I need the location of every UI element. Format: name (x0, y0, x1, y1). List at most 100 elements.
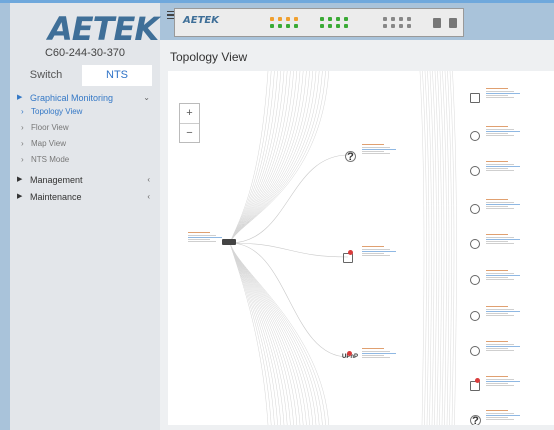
port-led (278, 24, 282, 28)
port-led (336, 17, 340, 21)
sidebar: AETEK C60-244-30-370 Switch NTS ▶ Graphi… (10, 3, 160, 430)
menu-graphical-monitoring[interactable]: ▶ Graphical Monitoring ⌄ (10, 90, 160, 106)
router-icon[interactable] (470, 239, 480, 249)
topology-link (229, 71, 317, 425)
tab-switch[interactable]: Switch (10, 65, 82, 86)
unknown-device-icon[interactable]: ? (470, 415, 481, 425)
topology-link (419, 71, 425, 425)
caret-right-icon: ▶ (17, 193, 23, 200)
node-label-lines (362, 245, 396, 258)
menu-management[interactable]: ▶ Management ‹ (10, 172, 160, 188)
port-led (383, 17, 387, 21)
topology-link (229, 242, 349, 358)
menu-label: Topology View (31, 107, 83, 116)
topology-link (229, 71, 314, 425)
port-led (344, 17, 348, 21)
switch-icon[interactable] (470, 93, 480, 103)
topology-link (229, 71, 282, 425)
port-led (407, 24, 411, 28)
device-hostname: C60-244-30-370 (44, 47, 126, 59)
menu-floor-view[interactable]: › Floor View (10, 122, 160, 134)
zoom-out-icon[interactable]: − (180, 123, 199, 142)
port-led (391, 24, 395, 28)
port-led (336, 24, 340, 28)
router-icon[interactable] (470, 166, 480, 176)
menu-label: Maintenance (30, 192, 82, 202)
topology-canvas[interactable]: + − ? UPnP? (168, 71, 554, 425)
topology-link (229, 71, 272, 425)
node-label-lines (486, 125, 520, 138)
port-led (320, 17, 324, 21)
node-label-lines (486, 409, 520, 422)
chevron-down-icon: ⌄ (143, 93, 150, 102)
port-led (320, 24, 324, 28)
sfp-port (449, 18, 457, 28)
caret-right-icon: ▶ (17, 94, 23, 101)
menu-nts-mode[interactable]: › NTS Mode (10, 154, 160, 166)
core-switch-icon[interactable] (222, 239, 236, 245)
menu-label: Floor View (31, 123, 69, 132)
topology-link (229, 71, 323, 425)
menu-topology-view[interactable]: › Topology View (10, 106, 160, 118)
zoom-control: + − (179, 103, 200, 143)
topology-link (229, 71, 310, 425)
topology-link (229, 154, 349, 244)
alert-badge (347, 351, 352, 356)
port-led (294, 24, 298, 28)
node-label-lines (486, 198, 520, 211)
node-label-lines (486, 233, 520, 246)
node-label-lines (486, 305, 520, 318)
node-label-lines (362, 143, 396, 156)
router-icon[interactable] (470, 204, 480, 214)
caret-right-icon: ▶ (17, 176, 23, 183)
node-label-lines (188, 231, 222, 244)
node-label-lines (362, 347, 396, 360)
port-led (278, 17, 282, 21)
node-label-lines (486, 160, 520, 173)
port-led (328, 17, 332, 21)
topology-link (229, 242, 349, 258)
router-icon[interactable] (470, 275, 480, 285)
topology-link (229, 71, 275, 425)
device-front-panel: AETEK (174, 8, 464, 37)
port-led (328, 24, 332, 28)
chevron-left-icon: ‹ (147, 175, 150, 184)
topology-link (229, 71, 285, 425)
page-title: Topology View (170, 50, 248, 64)
node-label-lines (486, 269, 520, 282)
alert-badge (475, 378, 480, 383)
topology-link (229, 71, 288, 425)
node-label-lines (486, 375, 520, 388)
menu-maintenance[interactable]: ▶ Maintenance ‹ (10, 189, 160, 205)
router-icon[interactable] (470, 131, 480, 141)
sidebar-menu: ▶ Graphical Monitoring ⌄ › Topology View … (10, 86, 160, 205)
topology-link (229, 71, 304, 425)
chevron-left-icon: ‹ (147, 192, 150, 201)
menu-label: NTS Mode (31, 155, 70, 164)
node-label-lines (486, 340, 520, 353)
sfp-port (433, 18, 441, 28)
port-led (294, 17, 298, 21)
port-led (391, 17, 395, 21)
device-logo: AETEK (183, 15, 219, 26)
router-icon[interactable] (470, 311, 480, 321)
menu-label: Graphical Monitoring (30, 93, 114, 103)
port-led (344, 24, 348, 28)
router-icon[interactable] (470, 346, 480, 356)
port-led (407, 17, 411, 21)
port-led (286, 17, 290, 21)
zoom-in-icon[interactable]: + (180, 104, 199, 123)
alert-badge (348, 250, 353, 255)
topology-link (229, 71, 278, 425)
unknown-device-icon[interactable]: ? (345, 151, 356, 163)
menu-label: Map View (31, 139, 66, 148)
port-led (399, 24, 403, 28)
topology-link (229, 71, 294, 425)
port-led (270, 17, 274, 21)
tab-nts[interactable]: NTS (82, 65, 152, 86)
port-led (383, 24, 387, 28)
brand-logo: AETEK (48, 10, 159, 48)
menu-map-view[interactable]: › Map View (10, 138, 160, 150)
node-label-lines (486, 87, 520, 100)
port-led (270, 24, 274, 28)
